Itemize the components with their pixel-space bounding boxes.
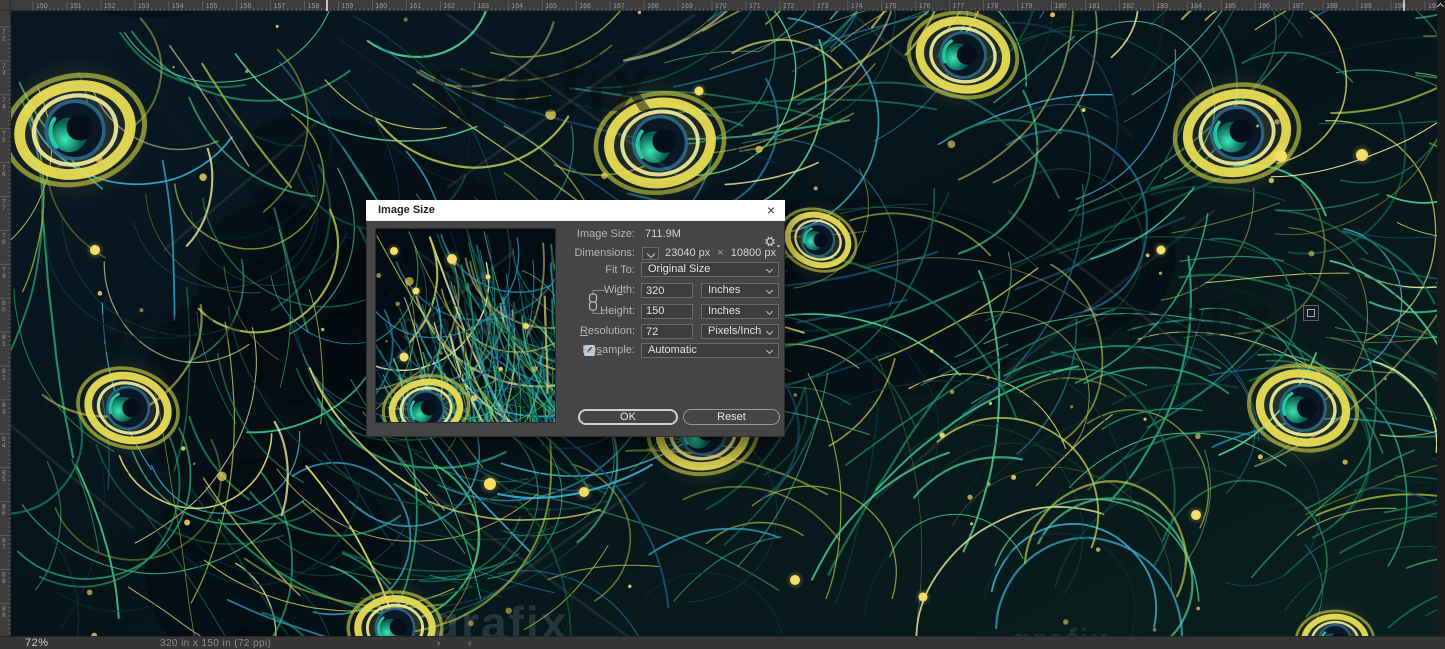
svg-text:grafix: grafix bbox=[1121, 290, 1275, 348]
svg-text:80: 80 bbox=[2, 300, 6, 314]
svg-text:88: 88 bbox=[2, 571, 6, 585]
fit-to-row: Fit To: Original Size bbox=[367, 265, 784, 280]
svg-text:78: 78 bbox=[2, 232, 6, 246]
svg-text:87: 87 bbox=[2, 538, 6, 552]
ruler-horizontal[interactable]: 1501511521531541551561571581591601611621… bbox=[0, 0, 1445, 11]
height-label: Height: bbox=[367, 304, 635, 319]
dimensions-label: Dimensions: bbox=[367, 246, 635, 261]
width-label: Width: bbox=[367, 283, 635, 298]
dimensions-chevron-icon[interactable] bbox=[642, 247, 659, 260]
status-scroll-icon[interactable]: ‹ bbox=[468, 637, 471, 649]
svg-text:77: 77 bbox=[2, 199, 6, 213]
status-bar: 72% 320 in x 150 in (72 ppi) › ‹ bbox=[0, 636, 1445, 649]
svg-text:84: 84 bbox=[2, 436, 6, 450]
resolution-label: Resolution: bbox=[367, 324, 635, 339]
image-size-label: Image Size: bbox=[367, 227, 635, 242]
marquee-cursor-icon bbox=[1303, 305, 1319, 321]
svg-text:83: 83 bbox=[2, 402, 6, 416]
height-input[interactable] bbox=[641, 304, 693, 319]
resolution-unit-select[interactable]: Pixels/Inch bbox=[701, 324, 779, 339]
svg-text:81: 81 bbox=[2, 334, 6, 348]
resolution-unit-value: Pixels/Inch bbox=[708, 325, 761, 337]
width-row: Width: Inches bbox=[367, 283, 784, 298]
height-unit-select[interactable]: Inches bbox=[701, 304, 779, 319]
svg-text:82: 82 bbox=[2, 368, 6, 382]
svg-text:89: 89 bbox=[2, 605, 6, 619]
svg-text:72: 72 bbox=[2, 29, 6, 43]
dimensions-width: 23040 px bbox=[665, 247, 710, 259]
panel-edge bbox=[1437, 0, 1445, 649]
dialog-title-bar[interactable]: Image Size × bbox=[366, 200, 785, 221]
dialog-body: grafix Image Size: 711.9M Dimensions: 23… bbox=[366, 221, 785, 437]
image-size-row: Image Size: 711.9M bbox=[367, 227, 784, 242]
ok-button[interactable]: OK bbox=[578, 409, 678, 425]
resolution-row: Resolution: Pixels/Inch bbox=[367, 324, 784, 339]
svg-text:grafix: grafix bbox=[1011, 622, 1110, 636]
image-size-dialog: Image Size × grafix Image Size: 711.9M bbox=[366, 200, 785, 437]
svg-text:73: 73 bbox=[2, 63, 6, 77]
document-size-info: 320 in x 150 in (72 ppi) bbox=[160, 638, 271, 649]
ruler-origin-corner[interactable] bbox=[0, 0, 11, 11]
zoom-level-field[interactable]: 72% bbox=[25, 637, 49, 649]
width-unit-value: Inches bbox=[708, 284, 740, 296]
dimensions-height: 10800 px bbox=[731, 247, 776, 259]
ruler-vertical[interactable]: 72 73 74 75 76 77 78 79 80 81 82 83 84 85 86 87 88 89 bbox=[0, 11, 11, 636]
svg-text:86: 86 bbox=[2, 504, 6, 517]
dialog-title: Image Size bbox=[378, 204, 435, 216]
resolution-input[interactable] bbox=[641, 324, 693, 339]
svg-text:74: 74 bbox=[2, 97, 6, 111]
fit-to-value: Original Size bbox=[648, 263, 710, 275]
resample-select[interactable]: Automatic bbox=[641, 343, 779, 358]
resample-value: Automatic bbox=[648, 344, 697, 356]
svg-text:75: 75 bbox=[2, 131, 6, 145]
height-row: Height: Inches bbox=[367, 304, 784, 319]
image-size-value: 711.9M bbox=[645, 227, 681, 242]
width-input[interactable] bbox=[641, 283, 693, 298]
fit-to-label: Fit To: bbox=[367, 263, 635, 278]
svg-text:grafix: grafix bbox=[431, 597, 568, 636]
svg-text:79: 79 bbox=[2, 266, 6, 280]
svg-text:85: 85 bbox=[2, 470, 6, 484]
photoshop-app: grafix grafix grafix grafix grafix 150151152… bbox=[0, 0, 1445, 649]
fit-to-select[interactable]: Original Size bbox=[641, 262, 779, 277]
dimensions-value: 23040 px×10800 px bbox=[665, 246, 776, 261]
dimensions-times: × bbox=[710, 247, 730, 259]
svg-text:grafix: grafix bbox=[96, 295, 250, 353]
resample-label: Resample: bbox=[367, 343, 635, 358]
svg-text:grafix: grafix bbox=[430, 40, 654, 128]
width-unit-select[interactable]: Inches bbox=[701, 283, 779, 298]
reset-button[interactable]: Reset bbox=[683, 409, 780, 425]
status-flyout-icon[interactable]: › bbox=[437, 637, 440, 649]
resample-row: ✓ Resample: Automatic bbox=[367, 343, 784, 358]
height-unit-value: Inches bbox=[708, 305, 740, 317]
dimensions-row: Dimensions: 23040 px×10800 px bbox=[367, 246, 784, 261]
close-icon[interactable]: × bbox=[763, 201, 779, 220]
chevron-up-icon[interactable] bbox=[1437, 2, 1444, 9]
svg-text:76: 76 bbox=[2, 165, 6, 179]
